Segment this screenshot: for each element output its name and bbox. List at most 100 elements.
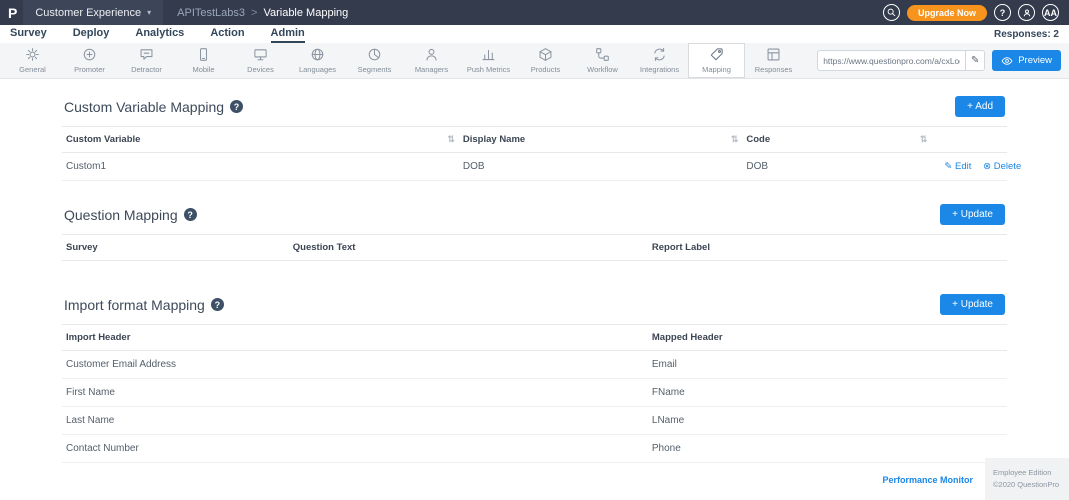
delete-circle-icon: ⊗ (983, 161, 991, 172)
tab-analytics[interactable]: Analytics (135, 25, 184, 43)
mobile-phone-icon (196, 47, 211, 62)
toolbar-item-mapping[interactable]: Mapping (688, 43, 745, 78)
preview-button[interactable]: Preview (992, 50, 1061, 71)
top-bar: P Customer Experience ▾ APITestLabs3 > Var… (0, 0, 1069, 25)
detractor-bubble-icon (139, 47, 154, 62)
eye-icon (1001, 55, 1013, 67)
column-header-question-text: Question Text (289, 235, 648, 261)
edit-url-button[interactable]: ✎ (965, 51, 984, 70)
toolbar-item-general[interactable]: General (4, 43, 61, 78)
toolbar-item-managers[interactable]: Managers (403, 43, 460, 78)
question-mapping-section: Question Mapping ? + Update Survey Quest… (62, 193, 1007, 271)
column-header-code: Code ⇅ (742, 127, 931, 153)
pencil-icon: ✎ (971, 55, 979, 66)
monitor-icon (253, 47, 268, 62)
table-row: Last Name LName (62, 407, 1007, 435)
column-header-actions (931, 127, 1007, 153)
tab-survey[interactable]: Survey (10, 25, 47, 43)
breadcrumb-separator: > (251, 7, 257, 19)
update-question-mapping-button[interactable]: + Update (940, 204, 1005, 225)
pie-segment-icon (367, 47, 382, 62)
admin-toolbar: General Promoter Detractor Mobile Device… (0, 43, 1069, 79)
toolbar-item-segments[interactable]: Segments (346, 43, 403, 78)
questionpro-logo[interactable]: P (8, 5, 17, 21)
product-dropdown[interactable]: Customer Experience ▾ (23, 0, 163, 25)
section-title-import-format-mapping: Import format Mapping (64, 297, 205, 313)
survey-url-box: ✎ (817, 50, 985, 71)
bar-chart-icon (481, 47, 496, 62)
toolbar-item-responses[interactable]: Responses (745, 43, 802, 78)
help-icon[interactable]: ? (230, 100, 243, 113)
performance-monitor-link[interactable]: Performance Monitor (882, 475, 973, 485)
sort-icon[interactable]: ⇅ (447, 134, 455, 145)
sort-icon[interactable]: ⇅ (920, 134, 928, 145)
update-import-format-button[interactable]: + Update (940, 294, 1005, 315)
edition-line: Employee Edition (993, 467, 1065, 479)
box-icon (538, 47, 553, 62)
import-format-table: Import Header Mapped Header Customer Ema… (62, 324, 1007, 463)
toolbar-item-promoter[interactable]: Promoter (61, 43, 118, 78)
tag-icon (709, 47, 724, 62)
cell-display-name: DOB (459, 153, 743, 181)
add-custom-variable-button[interactable]: + Add (955, 96, 1005, 117)
help-button[interactable]: ? (994, 4, 1011, 21)
cell-mapped-header: FName (648, 379, 1007, 407)
avatar[interactable]: AA (1042, 4, 1059, 21)
toolbar-item-detractor[interactable]: Detractor (118, 43, 175, 78)
upgrade-now-button[interactable]: Upgrade Now (907, 5, 987, 21)
product-dropdown-label: Customer Experience (35, 7, 141, 19)
cell-import-header: First Name (62, 379, 648, 407)
import-format-mapping-section: Import format Mapping ? + Update Import … (62, 283, 1007, 463)
section-title-question-mapping: Question Mapping (64, 207, 178, 223)
cell-mapped-header: LName (648, 407, 1007, 435)
sync-arrows-icon (652, 47, 667, 62)
toolbar-item-mobile[interactable]: Mobile (175, 43, 232, 78)
toolbar-item-integrations[interactable]: Integrations (631, 43, 688, 78)
delete-link[interactable]: ⊗ Delete (983, 161, 1021, 172)
column-header-import-header: Import Header (62, 325, 648, 351)
toolbar-item-products[interactable]: Products (517, 43, 574, 78)
toolbar-item-workflow[interactable]: Workflow (574, 43, 631, 78)
column-header-survey: Survey (62, 235, 289, 261)
toolbar-item-devices[interactable]: Devices (232, 43, 289, 78)
custom-variable-table: Custom Variable ⇅ Display Name ⇅ Code ⇅ (62, 126, 1007, 181)
table-row: Contact Number Phone (62, 435, 1007, 463)
tab-action[interactable]: Action (210, 25, 244, 43)
breadcrumb-page: Variable Mapping (263, 7, 348, 19)
search-button[interactable] (883, 4, 900, 21)
table-grid-icon (766, 47, 781, 62)
column-header-mapped-header: Mapped Header (648, 325, 1007, 351)
column-header-custom-variable: Custom Variable ⇅ (62, 127, 459, 153)
edit-pencil-icon: ✎ (944, 161, 952, 172)
help-icon[interactable]: ? (184, 208, 197, 221)
account-button[interactable] (1018, 4, 1035, 21)
copyright-line: ©2020 QuestionPro (993, 479, 1065, 491)
cell-import-header: Customer Email Address (62, 351, 648, 379)
edit-link[interactable]: ✎ Edit (944, 161, 971, 172)
toolbar-item-push-metrics[interactable]: Push Metrics (460, 43, 517, 78)
gear-icon (25, 47, 40, 62)
cell-custom-variable: Custom1 (62, 153, 459, 181)
table-row: First Name FName (62, 379, 1007, 407)
cell-import-header: Last Name (62, 407, 648, 435)
chevron-down-icon: ▾ (147, 8, 151, 17)
workflow-icon (595, 47, 610, 62)
tab-deploy[interactable]: Deploy (73, 25, 110, 43)
cell-code: DOB (742, 153, 931, 181)
breadcrumb-project[interactable]: APITestLabs3 (177, 7, 245, 19)
table-row: Custom1 DOB DOB ✎ Edit ⊗ Delete (62, 153, 1007, 181)
person-icon (424, 47, 439, 62)
survey-url-input[interactable] (818, 56, 965, 66)
tab-admin[interactable]: Admin (271, 25, 305, 43)
person-icon (1022, 8, 1032, 18)
sort-icon[interactable]: ⇅ (731, 134, 739, 145)
cell-mapped-header: Phone (648, 435, 1007, 463)
column-header-display-name: Display Name ⇅ (459, 127, 743, 153)
toolbar-item-languages[interactable]: Languages (289, 43, 346, 78)
section-title-custom-variable-mapping: Custom Variable Mapping (64, 99, 224, 115)
column-header-report-label: Report Label (648, 235, 1007, 261)
responses-count[interactable]: Responses: 2 (994, 29, 1059, 40)
cell-import-header: Contact Number (62, 435, 648, 463)
question-mapping-table: Survey Question Text Report Label (62, 234, 1007, 261)
help-icon[interactable]: ? (211, 298, 224, 311)
